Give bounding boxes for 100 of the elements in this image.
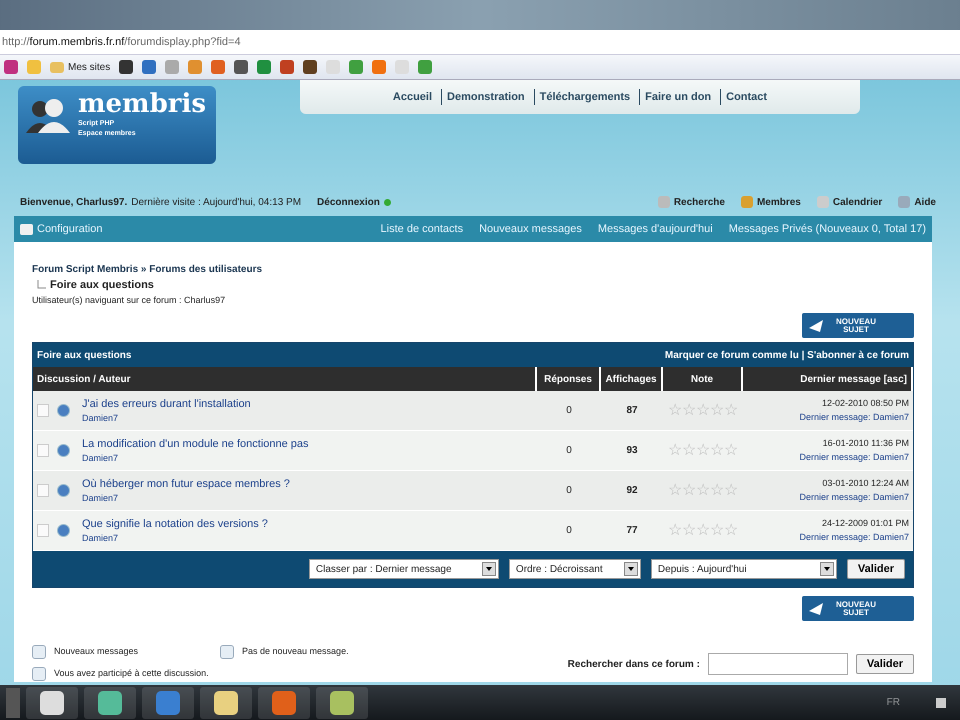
last-post-link[interactable]: Dernier message: Damien7 xyxy=(799,410,909,424)
top-nav-link[interactable]: Téléchargements xyxy=(534,88,636,106)
taskbar-app-icon[interactable] xyxy=(84,686,136,718)
star-icon: ☆ xyxy=(710,442,724,458)
tree-branch-icon xyxy=(36,280,46,290)
star-icon: ☆ xyxy=(682,522,696,538)
star-icon: ☆ xyxy=(696,402,710,418)
top-nav-link[interactable]: Demonstration xyxy=(441,88,530,106)
views-cell-text: 93 xyxy=(625,444,639,458)
replies-cell-text: 0 xyxy=(565,444,573,458)
date-text: 12-02-2010 08:50 PM xyxy=(822,397,909,410)
topic-link[interactable]: J'ai des erreurs durant l'installation xyxy=(82,396,251,412)
star-icon: ☆ xyxy=(724,522,738,538)
new-topic-button[interactable]: NOUVEAU SUJET xyxy=(802,313,914,338)
star-icon: ☆ xyxy=(710,482,724,498)
star-icon: ☆ xyxy=(696,522,710,538)
star-icon: ☆ xyxy=(696,442,710,458)
replies-cell-text: 0 xyxy=(565,524,573,538)
date-text: 16-01-2010 11:36 PM xyxy=(822,437,909,450)
info-icon xyxy=(57,524,70,537)
logout-link[interactable]: Déconnexion xyxy=(317,194,380,210)
checkbox-icon xyxy=(37,484,49,497)
sort-select[interactable]: Ordre : Décroissant xyxy=(508,559,641,579)
views-cell-text: 92 xyxy=(625,484,639,498)
topic-link[interactable]: Que signifie la notation des versions ? xyxy=(82,516,268,532)
start-button[interactable] xyxy=(6,688,20,718)
star-icon: ☆ xyxy=(724,442,738,458)
caret-icon xyxy=(482,562,496,576)
replies-cell-text: 0 xyxy=(565,404,573,418)
caret-icon xyxy=(624,562,638,576)
bookmark-icon[interactable] xyxy=(234,60,248,74)
star-icon: ☆ xyxy=(668,402,682,418)
date-text: 24-12-2009 01:01 PM xyxy=(822,517,909,530)
replies-cell-text: 0 xyxy=(565,484,573,498)
forum-actions-link[interactable]: Marquer ce forum comme lu | S'abonner à ce forum xyxy=(664,348,909,362)
star-icon: ☆ xyxy=(668,442,682,458)
checkbox-icon xyxy=(37,404,49,417)
topic-status-icon xyxy=(220,645,234,659)
legend-text: Vous avez participé à cette discussion. xyxy=(54,667,209,680)
info-icon xyxy=(57,484,70,497)
top-nav-link[interactable]: Accueil xyxy=(388,88,438,106)
star-icon: ☆ xyxy=(724,482,738,498)
checkbox-icon xyxy=(37,524,49,537)
topic-status-icon xyxy=(32,645,46,659)
submit-button[interactable]: Valider xyxy=(846,558,905,580)
author-link[interactable]: Damien7 xyxy=(82,532,268,546)
paper-plane-icon xyxy=(808,318,824,332)
logo-title: membris xyxy=(78,90,206,119)
search-field[interactable] xyxy=(708,653,848,675)
top-nav-link[interactable]: Faire un don xyxy=(639,88,716,106)
star-icon: ☆ xyxy=(682,482,696,498)
users-icon xyxy=(26,96,70,133)
link-icon xyxy=(898,196,910,208)
star-icon: ☆ xyxy=(668,522,682,538)
sort-select[interactable]: Depuis : Aujourd'hui xyxy=(650,559,837,579)
user-link[interactable]: Membres xyxy=(740,194,801,210)
taskbar-app-icon[interactable] xyxy=(316,686,368,718)
configuration-link[interactable]: Configuration xyxy=(20,220,102,238)
last-visit-text: Dernière visite : Aujourd'hui, 04:13 PM xyxy=(131,196,302,210)
link-icon xyxy=(740,196,753,208)
user-link[interactable]: Calendrier xyxy=(816,194,882,210)
welcome-text: Bienvenue, Charlus97. xyxy=(20,196,128,210)
nav-link[interactable]: Messages d'aujourd'hui xyxy=(598,220,713,238)
author-link[interactable]: Damien7 xyxy=(82,492,290,506)
last-post-link[interactable]: Dernier message: Damien7 xyxy=(799,530,909,544)
submit-button[interactable]: Valider xyxy=(856,654,914,674)
flag-icon[interactable] xyxy=(936,698,946,708)
nav-link[interactable]: Liste de contacts xyxy=(380,220,464,238)
caret-icon xyxy=(820,562,834,576)
star-icon: ☆ xyxy=(682,402,696,418)
user-link[interactable]: Aide xyxy=(898,194,936,210)
legend-text: Pas de nouveau message. xyxy=(242,645,349,658)
star-icon: ☆ xyxy=(682,442,696,458)
new-topic-button[interactable]: NOUVEAU SUJET xyxy=(802,596,914,621)
search-label: Rechercher dans ce forum : xyxy=(568,658,700,672)
topic-link[interactable]: Où héberger mon futur espace membres ? xyxy=(82,476,290,492)
taskbar-app-icon[interactable] xyxy=(200,686,252,718)
bookmark-icon[interactable] xyxy=(119,60,134,74)
nav-link[interactable]: Messages Privés (Nouveaux 0, Total 17) xyxy=(728,220,926,238)
breadcrumb-link[interactable]: Forum Script Membris » Forums des utilisateurs xyxy=(32,262,914,277)
sort-select[interactable]: Classer par : Dernier message xyxy=(308,559,499,579)
checkbox-icon xyxy=(37,444,49,457)
folder-icon xyxy=(50,62,64,72)
link-icon xyxy=(658,196,670,208)
star-icon: ☆ xyxy=(724,402,738,418)
top-nav-link[interactable]: Contact xyxy=(720,88,772,106)
language-indicator[interactable]: FR xyxy=(886,695,900,710)
bookmark-icon[interactable] xyxy=(303,60,318,74)
last-post-link[interactable]: Dernier message: Damien7 xyxy=(799,450,909,464)
star-icon: ☆ xyxy=(696,482,710,498)
star-icon: ☆ xyxy=(710,522,724,538)
topic-status-icon xyxy=(32,667,46,681)
user-link[interactable]: Recherche xyxy=(658,194,725,210)
author-link[interactable]: Damien7 xyxy=(82,452,309,466)
last-post-link[interactable]: Dernier message: Damien7 xyxy=(799,490,909,504)
author-link[interactable]: Damien7 xyxy=(82,412,251,426)
bookmark-folder[interactable]: Mes sites xyxy=(50,60,110,74)
nav-link[interactable]: Nouveaux messages xyxy=(479,220,582,238)
topic-link[interactable]: La modification d'un module ne fonctionne pas xyxy=(82,436,309,452)
taskbar-app-icon[interactable] xyxy=(26,686,78,718)
